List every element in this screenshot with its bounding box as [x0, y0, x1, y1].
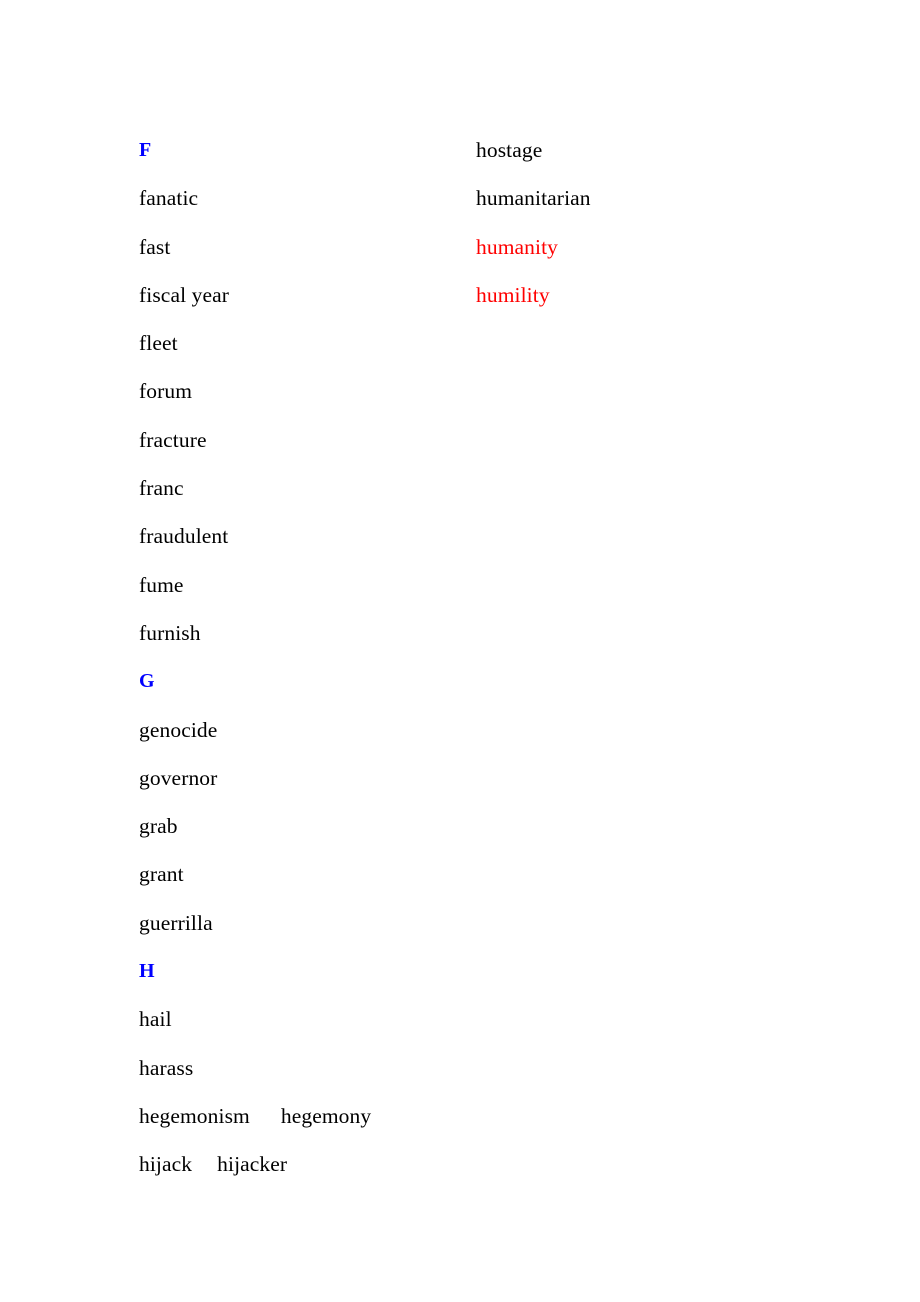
document-page: F fanatic fast fiscal year fleet forum f…: [0, 0, 920, 1302]
word-entry-guerrilla: guerrilla: [139, 899, 459, 947]
word-entry-furnish: furnish: [139, 609, 459, 657]
section-heading-f: F: [139, 126, 459, 174]
word-label: hail: [139, 1007, 172, 1032]
word-label: hegemonism: [139, 1103, 250, 1128]
word-entry-grant: grant: [139, 850, 459, 898]
word-label: governor: [139, 765, 218, 790]
word-label: hijack: [139, 1152, 193, 1177]
word-list-column-right: hostage humanitarian humanity humility: [476, 126, 876, 319]
word-entry-hostage: hostage: [476, 126, 876, 174]
word-entry-governor: governor: [139, 754, 459, 802]
section-heading-label: G: [139, 670, 155, 693]
section-heading-h: H: [139, 947, 459, 995]
section-heading-label: H: [139, 960, 155, 983]
word-entry-humanity: humanity: [476, 223, 876, 271]
word-entry-hail: hail: [139, 995, 459, 1043]
word-label: fiscal year: [139, 282, 230, 307]
word-entry-genocide: genocide: [139, 706, 459, 754]
word-label: fast: [139, 234, 171, 259]
word-label: fraudulent: [139, 524, 229, 549]
word-list-column-left: F fanatic fast fiscal year fleet forum f…: [139, 126, 459, 1189]
word-entry-fiscal-year: fiscal year: [139, 271, 459, 319]
word-label: fracture: [139, 427, 207, 452]
word-entry-fanatic: fanatic: [139, 174, 459, 222]
word-label: forum: [139, 379, 193, 404]
word-label-secondary: hijacker: [217, 1152, 288, 1177]
word-label: genocide: [139, 717, 218, 742]
word-entry-humility: humility: [476, 271, 876, 319]
word-label: grab: [139, 814, 178, 839]
word-label: fume: [139, 572, 184, 597]
word-entry-franc: franc: [139, 464, 459, 512]
word-label: franc: [139, 476, 184, 501]
word-entry-fast: fast: [139, 223, 459, 271]
word-entry-fleet: fleet: [139, 319, 459, 367]
section-heading-label: F: [139, 139, 152, 161]
word-entry-fraudulent: fraudulent: [139, 512, 459, 560]
word-label-secondary: hegemony: [280, 1103, 372, 1128]
word-label: humanitarian: [476, 186, 591, 211]
word-label: humility: [476, 282, 550, 307]
section-heading-g: G: [139, 657, 459, 705]
word-label: hostage: [476, 138, 543, 162]
word-label: fleet: [139, 331, 178, 356]
word-label: guerrilla: [139, 910, 213, 935]
word-entry-fracture: fracture: [139, 416, 459, 464]
word-label: furnish: [139, 620, 201, 645]
word-label: humanity: [476, 234, 559, 259]
word-label: grant: [139, 862, 184, 887]
word-entry-humanitarian: humanitarian: [476, 174, 876, 222]
word-entry-fume: fume: [139, 561, 459, 609]
word-entry-forum: forum: [139, 367, 459, 415]
word-entry-harass: harass: [139, 1044, 459, 1092]
word-entry-grab: grab: [139, 802, 459, 850]
word-label: harass: [139, 1055, 194, 1080]
word-label: fanatic: [139, 186, 199, 211]
word-entry-hijack: hijack hijacker: [139, 1140, 459, 1188]
word-entry-hegemonism: hegemonism hegemony: [139, 1092, 459, 1140]
